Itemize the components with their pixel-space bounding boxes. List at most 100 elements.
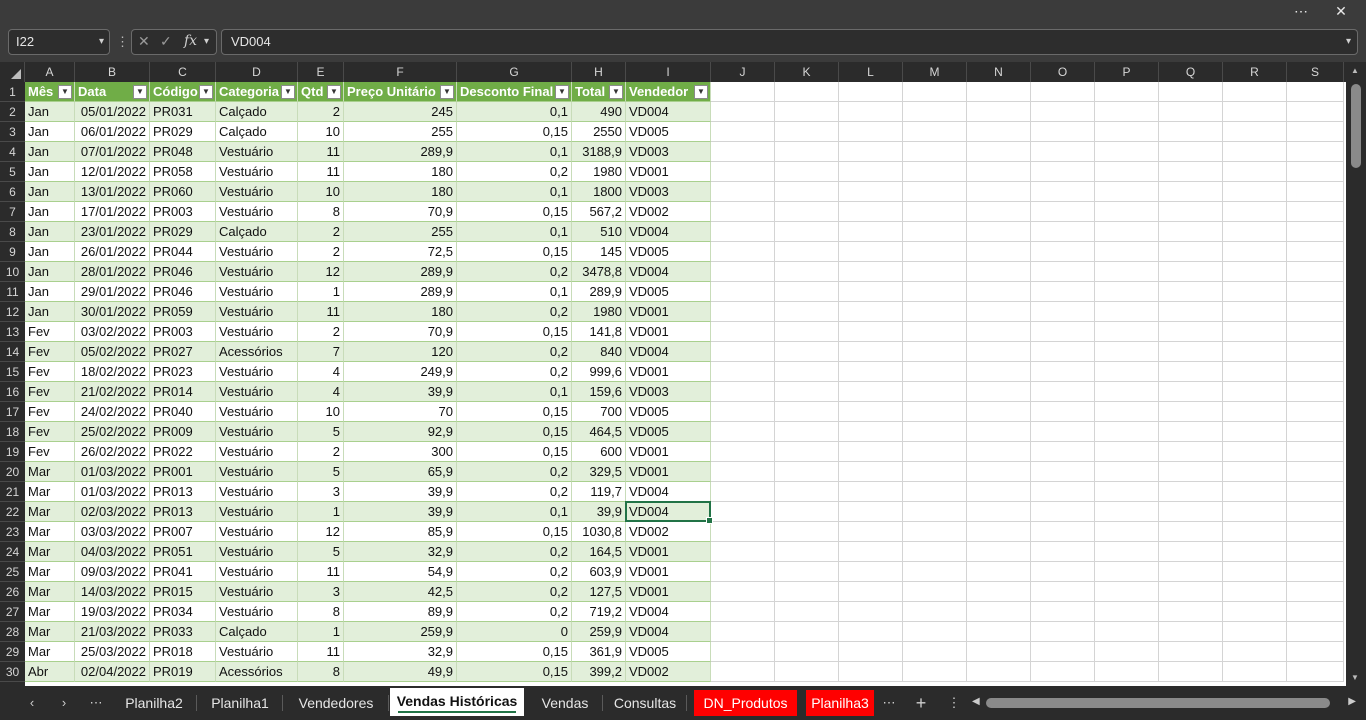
empty-cell[interactable]	[1287, 102, 1344, 122]
row-header-12[interactable]: 12	[0, 302, 25, 322]
column-header-m[interactable]: M	[903, 62, 967, 82]
empty-cell[interactable]	[711, 222, 775, 242]
table-cell[interactable]: VD001	[626, 162, 711, 182]
table-cell[interactable]: 70,9	[344, 322, 457, 342]
table-cell[interactable]: 0,15	[457, 522, 572, 542]
empty-cell[interactable]	[903, 562, 967, 582]
empty-cell[interactable]	[775, 642, 839, 662]
table-cell[interactable]: 300	[344, 442, 457, 462]
empty-cell[interactable]	[967, 342, 1031, 362]
filter-dropdown-icon[interactable]: ▼	[327, 85, 341, 99]
table-cell[interactable]: 5	[298, 422, 344, 442]
empty-cell[interactable]	[1031, 262, 1095, 282]
empty-cell[interactable]	[711, 402, 775, 422]
empty-cell[interactable]	[711, 282, 775, 302]
row-header-7[interactable]: 7	[0, 202, 25, 222]
empty-cell[interactable]	[903, 542, 967, 562]
empty-cell[interactable]	[711, 482, 775, 502]
empty-cell[interactable]	[1031, 102, 1095, 122]
empty-cell[interactable]	[1223, 562, 1287, 582]
table-cell[interactable]: 0,2	[457, 582, 572, 602]
filter-dropdown-icon[interactable]: ▼	[133, 85, 147, 99]
table-cell[interactable]: Fev	[25, 322, 75, 342]
table-cell[interactable]: 0,15	[457, 642, 572, 662]
table-cell[interactable]: Jan	[25, 202, 75, 222]
empty-cell[interactable]	[1159, 542, 1223, 562]
table-cell[interactable]: 0,15	[457, 202, 572, 222]
empty-cell[interactable]	[775, 142, 839, 162]
empty-cell[interactable]	[903, 522, 967, 542]
table-cell[interactable]: VD004	[626, 622, 711, 642]
empty-cell[interactable]	[1223, 222, 1287, 242]
next-sheet-icon[interactable]: ›	[53, 686, 75, 720]
empty-cell[interactable]	[1159, 402, 1223, 422]
table-cell[interactable]: 23/01/2022	[75, 222, 150, 242]
row-header-16[interactable]: 16	[0, 382, 25, 402]
table-cell[interactable]: 0,2	[457, 602, 572, 622]
column-header-n[interactable]: N	[967, 62, 1031, 82]
table-cell[interactable]: 32,9	[344, 642, 457, 662]
table-cell[interactable]: PR040	[150, 402, 216, 422]
empty-cell[interactable]	[839, 102, 903, 122]
table-cell[interactable]: 1	[298, 282, 344, 302]
empty-cell[interactable]	[1223, 262, 1287, 282]
table-header-cell[interactable]: Total ▼	[572, 82, 626, 102]
empty-cell[interactable]	[1095, 362, 1159, 382]
empty-cell[interactable]	[967, 602, 1031, 622]
empty-cell[interactable]	[1031, 142, 1095, 162]
table-cell[interactable]: 0,1	[457, 502, 572, 522]
scroll-right-icon[interactable]: ▶	[1348, 696, 1356, 707]
table-cell[interactable]: Vestuário	[216, 362, 298, 382]
table-cell[interactable]: Jan	[25, 182, 75, 202]
table-cell[interactable]: PR033	[150, 622, 216, 642]
empty-cell[interactable]	[1159, 102, 1223, 122]
empty-cell[interactable]	[967, 322, 1031, 342]
table-cell[interactable]: VD001	[626, 442, 711, 462]
table-cell[interactable]: 164,5	[572, 542, 626, 562]
empty-cell[interactable]	[1031, 522, 1095, 542]
filter-dropdown-icon[interactable]: ▼	[609, 85, 623, 99]
empty-cell[interactable]	[1287, 182, 1344, 202]
table-cell[interactable]: 840	[572, 342, 626, 362]
table-cell[interactable]: 1	[298, 502, 344, 522]
column-header-g[interactable]: G	[457, 62, 572, 82]
table-cell[interactable]: Vestuário	[216, 182, 298, 202]
table-cell[interactable]: 0,15	[457, 402, 572, 422]
empty-cell[interactable]	[967, 82, 1031, 102]
empty-cell[interactable]	[967, 262, 1031, 282]
empty-cell[interactable]	[839, 162, 903, 182]
empty-cell[interactable]	[839, 522, 903, 542]
table-cell[interactable]: 70,9	[344, 202, 457, 222]
empty-cell[interactable]	[711, 642, 775, 662]
table-cell[interactable]: 11	[298, 162, 344, 182]
filter-dropdown-icon[interactable]: ▼	[281, 85, 295, 99]
table-cell[interactable]: 06/01/2022	[75, 122, 150, 142]
empty-cell[interactable]	[711, 542, 775, 562]
empty-cell[interactable]	[1287, 622, 1344, 642]
table-cell[interactable]: VD004	[626, 602, 711, 622]
empty-cell[interactable]	[1095, 182, 1159, 202]
empty-cell[interactable]	[1159, 482, 1223, 502]
empty-cell[interactable]	[775, 462, 839, 482]
empty-cell[interactable]	[1095, 302, 1159, 322]
empty-cell[interactable]	[1159, 342, 1223, 362]
table-cell[interactable]: 700	[572, 402, 626, 422]
empty-cell[interactable]	[1287, 462, 1344, 482]
table-cell[interactable]: 4	[298, 362, 344, 382]
table-cell[interactable]: Acessórios	[216, 662, 298, 682]
table-cell[interactable]: PR022	[150, 442, 216, 462]
table-cell[interactable]: Mar	[25, 642, 75, 662]
empty-cell[interactable]	[903, 582, 967, 602]
table-cell[interactable]: 0,2	[457, 462, 572, 482]
empty-cell[interactable]	[839, 442, 903, 462]
empty-cell[interactable]	[711, 202, 775, 222]
empty-cell[interactable]	[775, 102, 839, 122]
table-cell[interactable]: PR058	[150, 162, 216, 182]
table-cell[interactable]: 10	[298, 402, 344, 422]
row-header-19[interactable]: 19	[0, 442, 25, 462]
table-cell[interactable]: PR027	[150, 342, 216, 362]
table-cell[interactable]: 2	[298, 442, 344, 462]
empty-cell[interactable]	[1159, 162, 1223, 182]
table-cell[interactable]: Vestuário	[216, 522, 298, 542]
empty-cell[interactable]	[1159, 442, 1223, 462]
